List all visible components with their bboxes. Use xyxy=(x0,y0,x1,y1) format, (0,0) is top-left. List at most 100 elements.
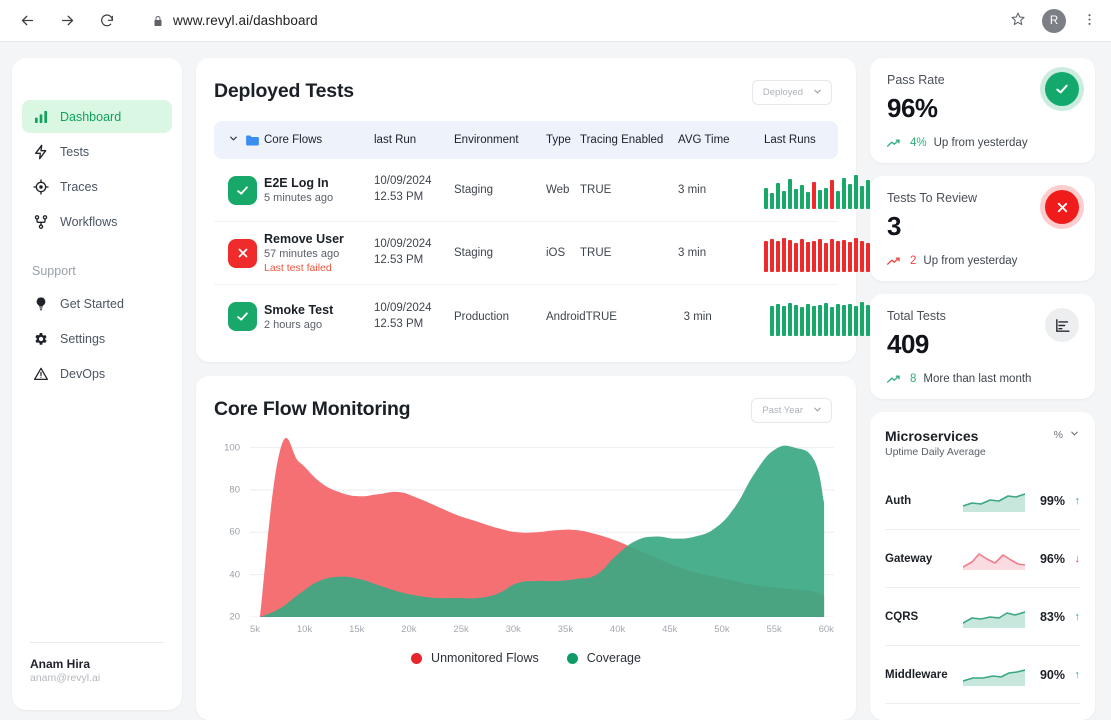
sparkline-bar xyxy=(812,241,816,272)
sparkline-bar xyxy=(776,304,780,335)
sparkline-bar xyxy=(854,306,858,335)
deployed-tests-card: Deployed Tests Deployed Core Flow xyxy=(196,58,856,362)
microservices-heading-group: Microservices Uptime Daily Average xyxy=(885,428,986,458)
support-nav: Get Started Settings DevOps xyxy=(12,287,182,390)
test-name-cell: E2E Log In5 minutes ago xyxy=(264,176,374,204)
star-icon[interactable] xyxy=(1010,11,1026,31)
back-button[interactable] xyxy=(14,8,40,34)
sparkline-bar xyxy=(836,304,840,336)
legend-item-coverage[interactable]: Coverage xyxy=(567,651,641,665)
chart-legend: Unmonitored Flows Coverage xyxy=(212,635,840,683)
bar-chart-icon xyxy=(32,108,49,125)
sparkline-bar xyxy=(800,239,804,272)
microservice-trend-up-icon: ↑ xyxy=(1071,669,1080,681)
sidebar-item-label: Tests xyxy=(60,145,89,159)
test-last-run-relative: 57 minutes ago xyxy=(264,248,374,260)
sparkline-bar xyxy=(830,307,834,336)
table-body: E2E Log In5 minutes ago10/09/202412.53 P… xyxy=(214,159,838,348)
test-name: Smoke Test xyxy=(264,303,333,317)
sidebar-item-settings[interactable]: Settings xyxy=(22,322,172,355)
chevron-down-icon xyxy=(812,86,823,99)
deployed-filter-dropdown[interactable]: Deployed xyxy=(752,80,832,105)
microservices-unit-dropdown[interactable]: % xyxy=(1054,428,1080,442)
table-header-row: Core Flows last Run Environment Type Tra… xyxy=(214,121,838,159)
avatar[interactable]: R xyxy=(1042,9,1066,33)
microservices-card: Microservices Uptime Daily Average % Aut… xyxy=(870,412,1095,720)
microservices-subtitle: Uptime Daily Average xyxy=(885,446,986,458)
sparkline-bar xyxy=(776,183,780,210)
microservices-unit-value: % xyxy=(1054,429,1063,441)
test-name: E2E Log In xyxy=(264,176,329,190)
last-run-date: 10/09/2024 xyxy=(374,301,454,317)
microservice-name: Auth xyxy=(885,495,957,507)
target-icon xyxy=(32,178,49,195)
trend-up-icon xyxy=(887,138,903,149)
type-cell: Web xyxy=(546,184,580,196)
test-name-cell: Remove User57 minutes agoLast test faile… xyxy=(264,232,374,274)
address-bar[interactable]: www.revyl.ai/dashboard xyxy=(134,13,996,28)
sparkline-bar xyxy=(800,185,804,210)
environment-cell: Staging xyxy=(454,184,546,196)
folder-icon xyxy=(244,132,264,149)
sparkline-bar xyxy=(788,240,792,272)
deployed-filter-value: Deployed xyxy=(763,87,803,98)
chart-header: Core Flow Monitoring Past Year xyxy=(196,376,856,423)
column-header-tracing-enabled: Tracing Enabled xyxy=(580,134,678,146)
sparkline-bar xyxy=(848,304,852,335)
x-axis-tick: 30k xyxy=(506,624,521,635)
microservice-uptime-percent: 96% xyxy=(1031,552,1065,566)
sparkline-bar xyxy=(842,178,846,209)
y-axis-tick: 20 xyxy=(229,612,240,623)
table-row[interactable]: E2E Log In5 minutes ago10/09/202412.53 P… xyxy=(214,159,838,222)
last-run-cell: 10/09/202412.53 PM xyxy=(374,301,454,332)
browser-actions: R xyxy=(1010,9,1097,33)
sidebar-user-profile[interactable]: Anam Hira anam@revyl.ai xyxy=(12,657,182,710)
x-axis-tick: 25k xyxy=(453,624,468,635)
x-axis-tick: 20k xyxy=(401,624,416,635)
sparkline-bar xyxy=(830,239,834,272)
reload-button[interactable] xyxy=(94,8,120,34)
chevron-down-icon xyxy=(1069,428,1080,442)
microservice-row[interactable]: Middleware90%↑ xyxy=(885,646,1080,704)
sidebar-item-dashboard[interactable]: Dashboard xyxy=(22,100,172,133)
legend-item-unmonitored-flows[interactable]: Unmonitored Flows xyxy=(411,651,539,665)
sidebar-item-traces[interactable]: Traces xyxy=(22,170,172,203)
legend-color-swatch xyxy=(411,653,422,664)
avg-time-cell: 3 min xyxy=(678,184,764,196)
column-header-avg-time: AVG Time xyxy=(678,134,764,146)
sparkline-bar xyxy=(842,305,846,335)
sparkline-bar xyxy=(806,242,810,272)
kebab-menu-icon[interactable] xyxy=(1082,12,1097,30)
tracing-enabled-cell: TRUE xyxy=(586,311,684,323)
expand-collapse-chevron-icon[interactable] xyxy=(228,133,244,147)
microservice-row[interactable]: Auth99%↑ xyxy=(885,472,1080,530)
primary-nav: Dashboard Tests Traces Workflows xyxy=(12,100,182,238)
sidebar-item-tests[interactable]: Tests xyxy=(22,135,172,168)
forward-button[interactable] xyxy=(54,8,80,34)
microservice-name: Gateway xyxy=(885,553,957,565)
stat-delta-text: Up from yesterday xyxy=(923,255,1017,267)
stat-card-total-tests: Total Tests 409 8 More than last month xyxy=(870,294,1095,399)
sparkline-bar xyxy=(782,191,786,209)
table-row[interactable]: Remove User57 minutes agoLast test faile… xyxy=(214,222,838,285)
table-row[interactable]: Smoke Test2 hours ago10/09/202412.53 PMP… xyxy=(214,285,838,348)
type-cell: Android xyxy=(546,311,586,323)
legend-label: Coverage xyxy=(587,651,641,665)
microservice-sparkline xyxy=(963,664,1025,686)
microservice-row[interactable]: Gateway96%↓ xyxy=(885,530,1080,588)
sidebar-item-workflows[interactable]: Workflows xyxy=(22,205,172,238)
sidebar-item-get-started[interactable]: Get Started xyxy=(22,287,172,320)
user-email: anam@revyl.ai xyxy=(30,672,164,684)
sparkline-bar xyxy=(860,186,864,209)
x-axis-tick: 10k xyxy=(297,624,312,635)
stat-delta: 4% Up from yesterday xyxy=(887,137,1078,149)
sidebar-item-devops[interactable]: DevOps xyxy=(22,357,172,390)
right-panel: Pass Rate 96% 4% Up from yesterday Tests… xyxy=(870,58,1095,720)
chart-range-dropdown[interactable]: Past Year xyxy=(751,398,832,423)
last-run-cell: 10/09/202412.53 PM xyxy=(374,174,454,205)
stat-delta-text: More than last month xyxy=(923,373,1031,385)
stat-delta-number: 2 xyxy=(910,255,916,267)
microservice-row[interactable]: CQRS83%↑ xyxy=(885,588,1080,646)
y-axis: 10080604020 xyxy=(212,437,246,617)
microservice-name: Middleware xyxy=(885,669,957,681)
